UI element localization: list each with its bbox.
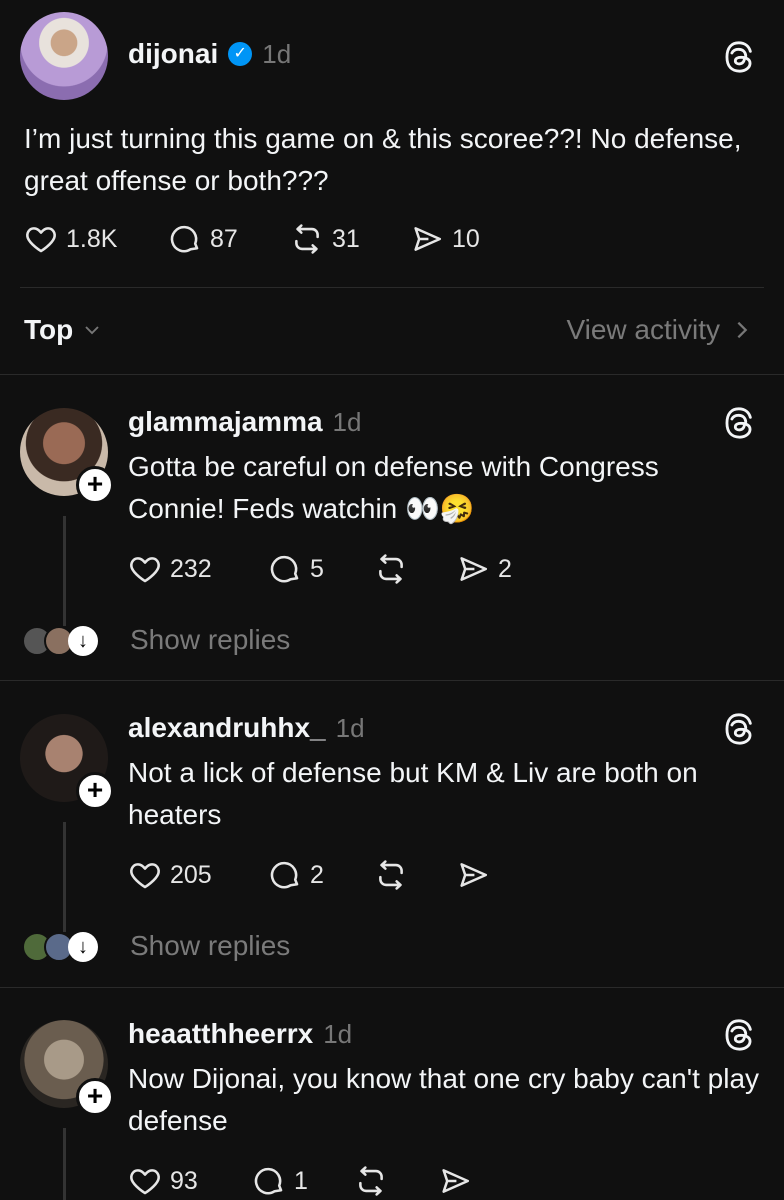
avatar[interactable] [20, 12, 108, 100]
username[interactable]: glammajamma [128, 406, 323, 438]
threads-logo-icon[interactable] [722, 406, 756, 440]
view-activity-label: View activity [566, 314, 720, 345]
plus-icon: + [86, 1080, 104, 1111]
threads-logo-icon[interactable] [722, 40, 756, 74]
share-count: 10 [452, 224, 480, 253]
share-button[interactable] [438, 1164, 480, 1198]
username[interactable]: dijonai [128, 38, 218, 70]
reply-count: 5 [310, 554, 324, 583]
chevron-down-icon [85, 326, 99, 335]
reply-avatars[interactable]: ↓ [22, 626, 98, 656]
post-header: dijonai ✓ 1d [128, 38, 291, 70]
timestamp: 1d [332, 407, 362, 437]
thread-line [63, 516, 66, 626]
repost-button[interactable] [354, 1164, 396, 1198]
repost-button[interactable] [374, 858, 416, 892]
like-button[interactable]: 93 [128, 1164, 198, 1198]
repost-icon [354, 1164, 388, 1198]
follow-button[interactable]: + [76, 1078, 114, 1116]
reply-button[interactable]: 1 [252, 1164, 308, 1198]
comment-header: alexandruhhx_ 1d [128, 712, 365, 744]
thread-line [63, 1128, 66, 1200]
threads-logo-icon[interactable] [722, 712, 756, 746]
like-button[interactable]: 1.8K [24, 222, 117, 256]
comment-icon [168, 222, 202, 256]
share-icon [456, 858, 490, 892]
repost-button[interactable]: 31 [290, 222, 360, 256]
plus-icon: + [86, 468, 104, 499]
follow-button[interactable]: + [76, 466, 114, 504]
share-button[interactable] [456, 858, 498, 892]
reply-button[interactable]: 2 [268, 858, 324, 892]
timestamp: 1d [262, 38, 292, 69]
chevron-right-icon [737, 321, 748, 339]
heart-icon [24, 222, 58, 256]
username[interactable]: alexandruhhx_ [128, 712, 326, 744]
like-button[interactable]: 232 [128, 552, 212, 586]
arrow-down-icon: ↓ [68, 626, 98, 656]
repost-count: 31 [332, 224, 360, 253]
reply-avatars[interactable]: ↓ [22, 932, 98, 962]
like-button[interactable]: 205 [128, 858, 212, 892]
plus-icon: + [86, 774, 104, 805]
divider [0, 374, 784, 375]
timestamp: 1d [323, 1019, 353, 1049]
divider [20, 287, 764, 288]
comment-header: glammajamma 1d [128, 406, 361, 438]
share-button[interactable]: 10 [410, 222, 480, 256]
sort-label: Top [24, 314, 74, 345]
view-activity-link[interactable]: View activity [566, 314, 750, 346]
comment-icon [268, 858, 302, 892]
reply-count: 1 [294, 1166, 308, 1195]
share-count: 2 [498, 554, 512, 583]
comment-icon [268, 552, 302, 586]
show-replies-button[interactable]: Show replies [130, 624, 290, 656]
repost-icon [374, 858, 408, 892]
divider [0, 680, 784, 681]
repost-icon [374, 552, 408, 586]
comment-text: Not a lick of defense but KM & Liv are b… [128, 757, 698, 830]
reply-button[interactable]: 87 [168, 222, 238, 256]
heart-icon [128, 1164, 162, 1198]
comment-header: heaatthheerrx 1d [128, 1018, 352, 1050]
reply-count: 2 [310, 860, 324, 889]
repost-icon [290, 222, 324, 256]
show-replies-button[interactable]: Show replies [130, 930, 290, 962]
comment-icon [252, 1164, 286, 1198]
divider [0, 987, 784, 988]
comment-text: Now Dijonai, you know that one cry baby … [128, 1063, 760, 1136]
arrow-down-icon: ↓ [68, 932, 98, 962]
reply-button[interactable]: 5 [268, 552, 324, 586]
sort-dropdown[interactable]: Top [24, 314, 101, 346]
post-text: I’m just turning this game on & this sco… [24, 123, 742, 196]
timestamp: 1d [335, 713, 365, 743]
threads-logo-icon[interactable] [722, 1018, 756, 1052]
verified-badge-icon: ✓ [228, 42, 253, 66]
share-icon [456, 552, 490, 586]
like-count: 232 [170, 554, 212, 583]
follow-button[interactable]: + [76, 772, 114, 810]
repost-button[interactable] [374, 552, 416, 586]
like-count: 1.8K [66, 224, 118, 253]
share-icon [438, 1164, 472, 1198]
heart-icon [128, 552, 162, 586]
like-count: 93 [170, 1166, 198, 1195]
thread-line [63, 822, 66, 932]
reply-count: 87 [210, 224, 238, 253]
username[interactable]: heaatthheerrx [128, 1018, 313, 1050]
comment-text: Gotta be careful on defense with Congres… [128, 451, 659, 524]
heart-icon [128, 858, 162, 892]
share-button[interactable]: 2 [456, 552, 512, 586]
like-count: 205 [170, 860, 212, 889]
share-icon [410, 222, 444, 256]
